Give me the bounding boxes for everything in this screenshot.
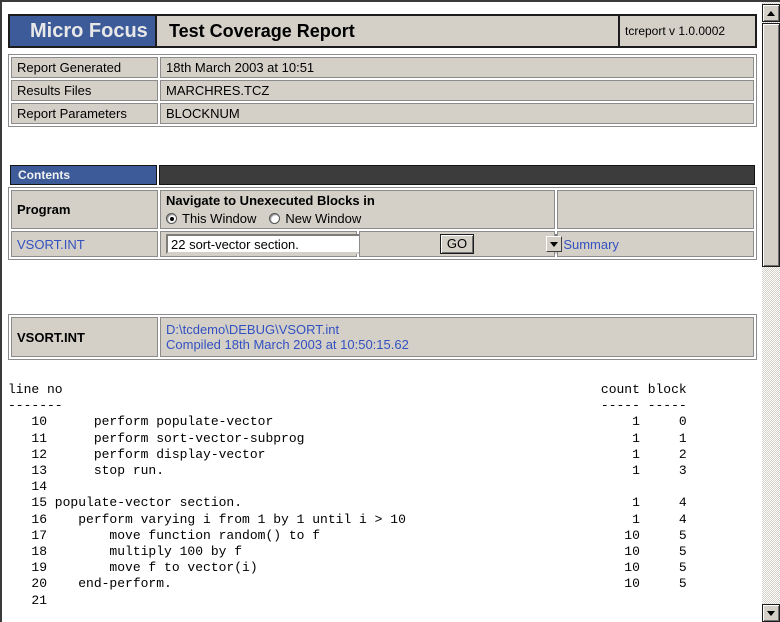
scroll-up-icon[interactable]	[762, 4, 780, 22]
new-window-label: New Window	[285, 211, 361, 226]
table-row: Results Files MARCHRES.TCZ	[11, 80, 754, 101]
compiled-timestamp: Compiled 18th March 2003 at 10:50:15.62	[166, 337, 748, 352]
triangle-glyph	[550, 242, 558, 247]
navigation-table: Program Navigate to Unexecuted Blocks in…	[8, 187, 757, 260]
table-row: Report Generated 18th March 2003 at 10:5…	[11, 57, 754, 78]
go-button[interactable]: GO	[440, 234, 474, 254]
info-label: Results Files	[11, 80, 158, 101]
contents-bar: Contents	[8, 163, 757, 187]
window-choice-group: This Window New Window	[166, 211, 549, 226]
summary-cell: Summary	[557, 231, 754, 257]
contents-title: Contents	[10, 165, 157, 185]
radio-dot	[170, 217, 174, 221]
program-cell: VSORT.INT	[11, 231, 158, 257]
navigate-spacer-cell	[557, 190, 754, 229]
report-page: Micro Focus Test Coverage Report tcrepor…	[0, 0, 780, 622]
info-label: Report Parameters	[11, 103, 158, 124]
navigate-cell: Navigate to Unexecuted Blocks in This Wi…	[160, 190, 555, 229]
page-title: Test Coverage Report	[156, 15, 619, 47]
chevron-down-icon[interactable]	[546, 236, 562, 252]
table-row: VSORT.INT D:\tcdemo\DEBUG\VSORT.int Comp…	[11, 317, 754, 357]
block-select-cell: 22 sort-vector section.	[160, 231, 357, 257]
source-path-link[interactable]: D:\tcdemo\DEBUG\VSORT.int	[166, 322, 339, 337]
program-details-cell: D:\tcdemo\DEBUG\VSORT.int Compiled 18th …	[160, 317, 754, 357]
report-header: Micro Focus Test Coverage Report tcrepor…	[8, 14, 757, 48]
table-row: VSORT.INT 22 sort-vector section. GO Sum…	[11, 231, 754, 257]
contents-bar-fill	[159, 165, 755, 185]
info-value: 18th March 2003 at 10:51	[160, 57, 754, 78]
this-window-radio[interactable]	[166, 213, 177, 224]
scrollbar-thumb[interactable]	[762, 23, 780, 267]
version-label: tcreport v 1.0.0002	[619, 15, 756, 47]
code-listing: line no count block ------- ----- ----- …	[8, 382, 762, 609]
brand-logo: Micro Focus	[9, 15, 156, 47]
go-cell: GO	[359, 231, 556, 257]
scroll-down-icon[interactable]	[762, 604, 780, 622]
program-link[interactable]: VSORT.INT	[17, 237, 85, 252]
vertical-scrollbar[interactable]	[762, 2, 780, 622]
info-value: MARCHRES.TCZ	[160, 80, 754, 101]
program-header-table: VSORT.INT D:\tcdemo\DEBUG\VSORT.int Comp…	[8, 314, 757, 360]
table-row: Program Navigate to Unexecuted Blocks in…	[11, 190, 754, 229]
report-info-table: Report Generated 18th March 2003 at 10:5…	[8, 54, 757, 127]
info-value: BLOCKNUM	[160, 103, 754, 124]
triangle-glyph	[767, 11, 775, 16]
program-column-header: Program	[11, 190, 158, 229]
report-content: Micro Focus Test Coverage Report tcrepor…	[2, 2, 762, 622]
navigate-label: Navigate to Unexecuted Blocks in	[166, 193, 549, 208]
block-select-value: 22 sort-vector section.	[171, 237, 299, 252]
this-window-label: This Window	[182, 211, 256, 226]
triangle-glyph	[767, 611, 775, 616]
new-window-radio[interactable]	[269, 213, 280, 224]
info-label: Report Generated	[11, 57, 158, 78]
program-name: VSORT.INT	[11, 317, 158, 357]
summary-link[interactable]: Summary	[563, 237, 619, 252]
table-row: Report Parameters BLOCKNUM	[11, 103, 754, 124]
